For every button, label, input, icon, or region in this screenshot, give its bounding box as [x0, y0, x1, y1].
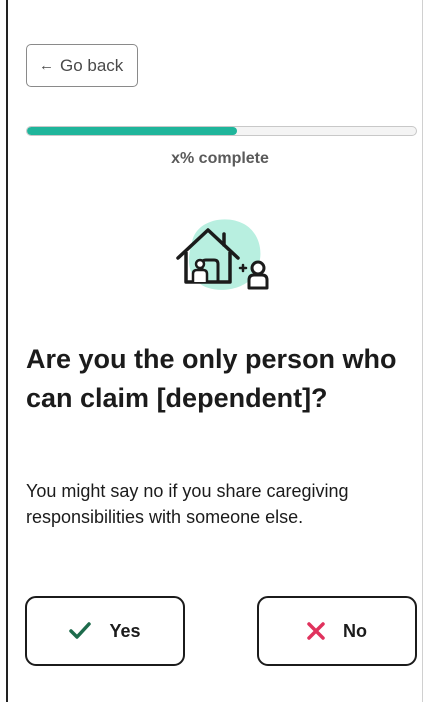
go-back-button[interactable]: ← Go back [26, 44, 138, 87]
house-with-dependents-icon [176, 219, 269, 290]
progress-label: x% complete [171, 150, 269, 167]
no-button[interactable]: No [257, 596, 417, 666]
yes-button-label: Yes [109, 620, 141, 641]
progress-bar-fill [27, 127, 238, 135]
no-button-label: No [343, 620, 367, 641]
question-title: Are you the only person who can claim [d… [26, 344, 397, 413]
arrow-left-icon: ← [39, 57, 54, 74]
frame-right-border [422, 0, 423, 702]
go-back-label: Go back [60, 55, 124, 75]
checkmark-icon [69, 622, 92, 640]
question-description: You might say no if you share caregiving… [26, 481, 349, 527]
frame-left-border [6, 0, 8, 702]
yes-button[interactable]: Yes [25, 596, 185, 666]
progress-bar [26, 126, 417, 136]
x-icon [307, 622, 325, 640]
